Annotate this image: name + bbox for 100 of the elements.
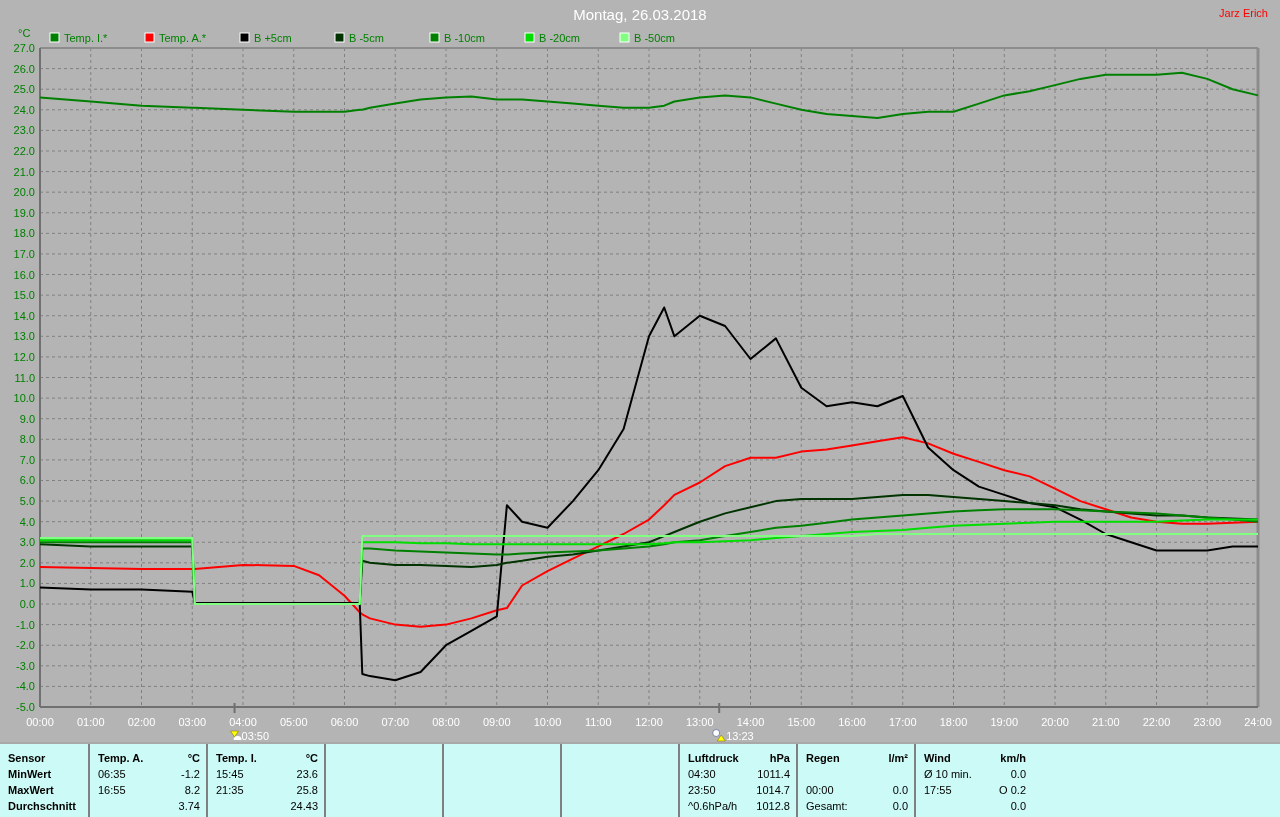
legend-label: B -20cm: [539, 32, 580, 44]
y-tick-label: 7.0: [19, 453, 35, 466]
column-header: Luftdruck: [688, 751, 739, 766]
x-tick-label: 07:00: [381, 716, 409, 728]
x-tick-label: 18:00: [939, 716, 968, 728]
y-tick-label: 8.0: [19, 433, 35, 446]
y-tick-label: 17.0: [13, 247, 35, 260]
y-tick-label: 25.0: [13, 83, 35, 96]
x-tick-label: 01:00: [77, 716, 105, 728]
y-tick-label: 23.0: [13, 124, 35, 137]
y-tick-label: 21.0: [13, 165, 35, 178]
y-tick-label: 24.0: [13, 103, 35, 116]
x-tick-label: 11:00: [584, 716, 612, 728]
entry-label: Gesamt:: [806, 799, 848, 814]
legend-label: B +5cm: [254, 32, 292, 44]
unit-label: °C: [305, 751, 318, 766]
y-tick-label: 27.0: [13, 42, 35, 54]
column-header: Temp. A.: [98, 751, 144, 766]
y-tick-label: 12.0: [13, 350, 35, 363]
entry-label: 16:55: [98, 783, 126, 798]
y-tick-label: 26.0: [13, 62, 35, 75]
x-tick-label: 24:00: [1244, 716, 1272, 728]
x-tick-label: 05:00: [280, 716, 308, 728]
x-tick-label: 16:00: [838, 716, 866, 728]
y-tick-label: 13.0: [13, 330, 35, 343]
entry-label: 04:30: [688, 767, 716, 782]
chart-title: Montag, 26.03.2018: [573, 7, 707, 22]
x-tick-label: 10:00: [533, 716, 562, 728]
row-label: MinWert: [8, 767, 52, 782]
x-tick-label: 06:00: [330, 716, 359, 728]
x-tick-label: 12:00: [635, 716, 663, 728]
y-tick-label: 14.0: [13, 309, 35, 322]
circle-arrow-icon: [712, 729, 726, 742]
entry-label: Ø 10 min.: [924, 767, 972, 782]
value-text: 25.8: [296, 783, 318, 798]
y-tick-label: 20.0: [13, 186, 35, 199]
value-text: 23.6: [296, 767, 318, 782]
y-tick-label: 3.0: [19, 536, 35, 549]
row-label: MaxWert: [8, 783, 54, 798]
y-tick-label: -1.0: [16, 618, 35, 631]
x-tick-label: 14:00: [736, 716, 765, 728]
row-label: Sensor: [8, 751, 46, 766]
legend-label: B -10cm: [444, 32, 485, 44]
value-text: 0.0: [1010, 767, 1026, 782]
value-text: O 0.2: [999, 783, 1026, 798]
legend-label: Temp. A.*: [159, 32, 207, 44]
value-text: 1012.8: [756, 799, 790, 814]
y-tick-label: 2.0: [19, 556, 35, 569]
y-tick-label: 10.0: [13, 392, 35, 405]
value-text: 0.0: [892, 799, 908, 814]
author-name: Jarz Erich: [1219, 6, 1268, 21]
y-tick-label: -2.0: [16, 639, 35, 652]
value-text: 1014.7: [756, 783, 790, 798]
row-label: Durchschnitt: [8, 799, 76, 814]
column-header: Wind: [924, 751, 951, 766]
x-tick-label: 04:00: [229, 716, 257, 728]
value-text: 8.2: [184, 783, 200, 798]
legend-label: Temp. I.*: [64, 32, 108, 44]
column-header: Temp. I.: [216, 751, 257, 766]
unit-label: l/m²: [888, 751, 908, 766]
y-tick-label: -3.0: [16, 659, 35, 672]
y-tick-label: 22.0: [13, 144, 35, 157]
entry-label: 23:50: [688, 783, 716, 798]
y-tick-label: -5.0: [16, 701, 35, 713]
entry-label: 21:35: [216, 783, 244, 798]
value-text: 0.0: [892, 783, 908, 798]
entry-label: ^0.6hPa/h: [688, 799, 738, 814]
column-header: Regen: [806, 751, 840, 766]
y-tick-label: -4.0: [16, 680, 35, 693]
unit-label: hPa: [769, 751, 790, 766]
x-tick-label: 19:00: [990, 716, 1018, 728]
y-tick-label: 4.0: [19, 515, 35, 528]
marker-tick: [233, 702, 236, 714]
marker-time: 03:50: [241, 730, 270, 742]
unit-label: km/h: [1000, 751, 1026, 766]
y-axis-unit: °C: [18, 27, 31, 39]
x-tick-label: 20:00: [1041, 716, 1069, 728]
value-text: 3.74: [178, 799, 200, 814]
unit-label: °C: [187, 751, 200, 766]
y-tick-label: 6.0: [19, 474, 35, 487]
x-tick-label: 09:00: [483, 716, 511, 728]
sun-arrow-icon: [230, 730, 242, 740]
entry-label: 06:35: [98, 767, 126, 782]
y-tick-label: 15.0: [13, 289, 35, 302]
value-text: 24.43: [290, 799, 318, 814]
x-tick-label: 00:00: [26, 716, 54, 728]
value-text: -1.2: [181, 767, 200, 782]
y-tick-label: 0.0: [19, 598, 35, 611]
entry-label: 17:55: [924, 783, 952, 798]
y-tick-label: 9.0: [19, 412, 35, 425]
x-tick-label: 21:00: [1092, 716, 1120, 728]
y-tick-label: 19.0: [13, 206, 35, 219]
marker-time: 13:23: [726, 730, 754, 742]
y-tick-label: 5.0: [19, 495, 35, 508]
x-tick-label: 08:00: [432, 716, 460, 728]
value-text: 0.0: [1010, 799, 1026, 814]
value-text: 1011.4: [757, 767, 790, 782]
x-tick-label: 22:00: [1142, 716, 1171, 728]
x-tick-label: 03:00: [178, 716, 206, 728]
legend-label: B -5cm: [349, 32, 384, 44]
